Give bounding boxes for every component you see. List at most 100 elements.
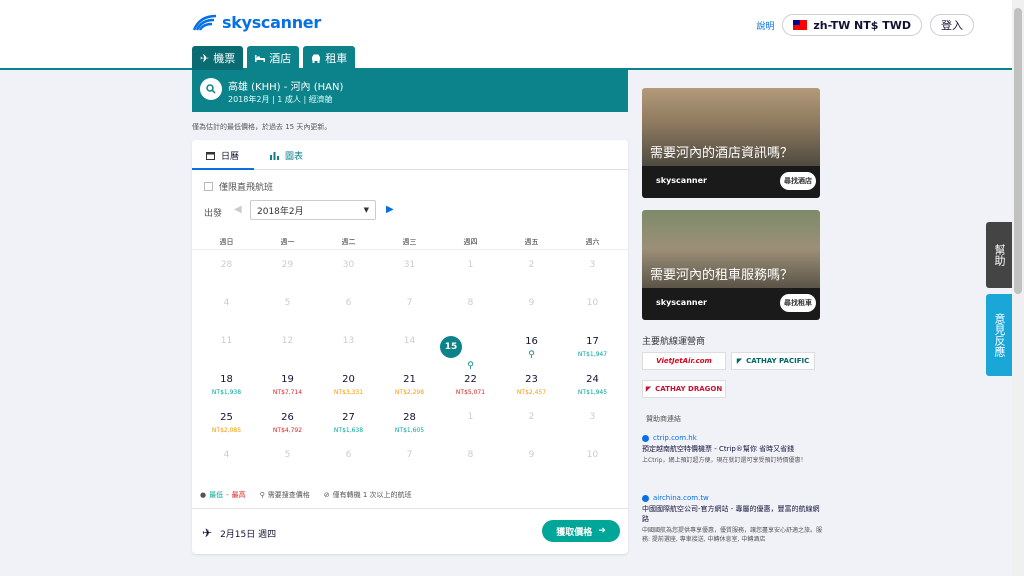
tab-flights[interactable]: ✈ 機票 — [192, 46, 244, 70]
hotel-promo-title: 需要河內的酒店資訊嗎？ — [650, 146, 794, 161]
day-price: NT$1,938 — [211, 389, 242, 396]
login-button[interactable]: 登入 — [930, 14, 974, 36]
calendar-day[interactable]: 18 NT$1,938 — [196, 374, 257, 412]
weekday-label: 週六 — [585, 238, 600, 246]
day-number: 12 — [281, 336, 294, 346]
calendar-day[interactable]: 23 NT$2,457 — [501, 374, 562, 412]
help-link[interactable]: 說明 — [756, 19, 774, 32]
skyscanner-logo[interactable]: skyscanner — [192, 12, 321, 32]
day-number: 30 — [342, 260, 355, 270]
active-tab-indicator — [192, 168, 254, 170]
calendar-day[interactable]: 26 NT$4,792 — [257, 412, 318, 450]
get-price-button[interactable]: 獲取價格 ➜ — [542, 520, 620, 542]
search-price-icon[interactable]: ⚲ — [501, 350, 562, 360]
sponsor-headline[interactable]: 預定越南航空特價機票 - Ctrip®幫你 省時又省錢 — [642, 444, 822, 454]
departure-plane-icon: ✈ — [202, 526, 213, 540]
search-icon[interactable] — [200, 78, 222, 100]
calendar-day: 6 — [318, 450, 379, 488]
tab-car-hire[interactable]: 租車 — [303, 46, 356, 70]
legend-cheap: 最低 — [209, 491, 224, 499]
price-notice: 僅為估計的最低價格，於過去 15 天內更新。 — [192, 123, 332, 131]
prev-month-icon[interactable]: ◀ — [234, 204, 242, 215]
feedback-side-button[interactable]: 意見反應 — [986, 294, 1012, 376]
locale-label: zh-TW NT$ TWD — [813, 18, 911, 32]
day-price: NT$5,071 — [455, 389, 486, 396]
weekday-label: 週五 — [524, 238, 539, 246]
calendar-day: 2 — [501, 412, 562, 450]
calendar-day: 13 — [318, 336, 379, 374]
sponsor-source: airchina.com.tw — [642, 494, 822, 502]
day-number: 28 — [403, 412, 416, 423]
calendar-day: 7 — [379, 298, 440, 336]
next-month-icon[interactable]: ▶ — [386, 204, 394, 215]
calendar-day[interactable]: 19 NT$7,714 — [257, 374, 318, 412]
scrollbar-thumb[interactable] — [1014, 8, 1022, 294]
calendar-card: 日曆 圖表 僅限直飛航班 出發 ◀ 2018年2月 ▼ ▶ 週日 週一 週二 週… — [192, 140, 628, 554]
day-number: 4 — [223, 298, 230, 308]
calendar-day: 9 — [501, 450, 562, 488]
day-number: 8 — [467, 298, 474, 308]
search-price-icon[interactable]: ⚲ — [440, 361, 501, 371]
find-hotel-button[interactable]: 尋找酒店 — [780, 172, 816, 190]
calendar-day[interactable]: 28 NT$1,605 — [379, 412, 440, 450]
calendar-day[interactable]: 15 ⚲ — [440, 336, 501, 374]
day-number: 14 — [403, 336, 416, 346]
cathay-pacific-logo-icon: ◤ — [736, 357, 743, 365]
sponsor-ad[interactable]: airchina.com.tw 中國國際航空公司-官方網站 - 專屬的優惠，豐富… — [642, 494, 822, 544]
calendar-day: 1 — [440, 260, 501, 298]
calendar-day[interactable]: 27 NT$1,638 — [318, 412, 379, 450]
sponsor-source-label: ctrip.com.hk — [653, 434, 697, 442]
calendar-day: 5 — [257, 298, 318, 336]
calendar-day: 8 — [440, 298, 501, 336]
page-scrollbar[interactable] — [1012, 0, 1024, 576]
direct-only-checkbox[interactable] — [204, 182, 213, 191]
tab-chart[interactable]: 圖表 — [270, 149, 303, 162]
tab-hotels[interactable]: 酒店 — [247, 46, 300, 70]
weekday-label: 週日 — [219, 238, 234, 246]
day-price: NT$2,457 — [516, 389, 547, 396]
month-select[interactable]: 2018年2月 ▼ — [250, 200, 376, 220]
find-car-button[interactable]: 尋找租車 — [780, 294, 816, 312]
calendar-day[interactable]: 24 NT$1,945 — [562, 374, 623, 412]
sponsor-ad[interactable]: ctrip.com.hk 預定越南航空特價機票 - Ctrip®幫你 省時又省錢… — [642, 434, 822, 465]
calendar-day[interactable]: 22 NT$5,071 — [440, 374, 501, 412]
tab-calendar[interactable]: 日曆 — [206, 149, 239, 162]
chevron-down-icon: ▼ — [363, 206, 369, 214]
day-number: 3 — [589, 260, 596, 270]
tab-hotels-label: 酒店 — [269, 52, 292, 65]
search-summary[interactable]: 高雄 (KHH) - 河內 (HAN) 2018年2月 | 1 成人 | 經濟艙 — [192, 70, 628, 112]
day-price: NT$7,714 — [272, 389, 303, 396]
car-promo[interactable]: 需要河內的租車服務嗎？ skyscanner 尋找租車 — [642, 210, 820, 320]
calendar-day[interactable]: 20 NT$3,331 — [318, 374, 379, 412]
calendar-day: 28 — [196, 260, 257, 298]
calendar-day[interactable]: 21 NT$2,298 — [379, 374, 440, 412]
airline-cathay-pacific[interactable]: ◤ CATHAY PACIFIC — [731, 352, 815, 370]
calendar-legend: ● 最低 - 最高 ⚲ 需要搜查價格 ⊘ 僅有轉機 1 次以上的航班 — [200, 490, 412, 500]
sponsor-headline[interactable]: 中國國際航空公司-官方網站 - 專屬的優惠，豐富的航線網路 — [642, 504, 822, 524]
taiwan-flag-icon — [793, 20, 808, 30]
tab-chart-label: 圖表 — [285, 152, 304, 162]
logo-text: skyscanner — [222, 12, 321, 32]
calendar-day[interactable]: 16 ⚲ — [501, 336, 562, 374]
direct-only-option[interactable]: 僅限直飛航班 — [204, 180, 273, 193]
direct-only-label: 僅限直飛航班 — [219, 183, 274, 193]
airline-vietjet[interactable]: VietJetAir.com — [642, 352, 726, 370]
airline-cathay-dragon[interactable]: ◤ CATHAY DRAGON — [642, 380, 726, 398]
locale-button[interactable]: zh-TW NT$ TWD — [782, 14, 922, 36]
calendar-day: 8 — [440, 450, 501, 488]
hotel-promo[interactable]: 需要河內的酒店資訊嗎？ skyscanner 尋找酒店 — [642, 88, 820, 198]
day-number: 7 — [406, 298, 413, 308]
day-number: 23 — [525, 374, 538, 385]
day-number: 8 — [467, 450, 474, 460]
day-price: NT$2,085 — [211, 427, 242, 434]
airlines-title: 主要航線運營商 — [642, 337, 706, 347]
calendar-day: 3 — [562, 412, 623, 450]
legend-search: ⚲ 需要搜查價格 — [260, 490, 310, 500]
day-number: 10 — [586, 450, 599, 460]
day-number: 16 — [525, 336, 538, 347]
day-number: 5 — [284, 298, 291, 308]
weekday-label: 週二 — [341, 238, 356, 246]
calendar-day[interactable]: 17 NT$1,947 — [562, 336, 623, 374]
help-side-button[interactable]: 幫助 — [986, 222, 1012, 288]
calendar-day[interactable]: 25 NT$2,085 — [196, 412, 257, 450]
